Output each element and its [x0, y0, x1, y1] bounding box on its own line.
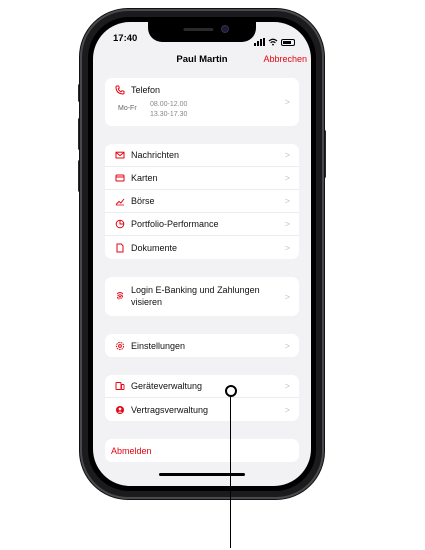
user-circle-icon [115, 405, 125, 415]
chevron-right-icon: > [284, 150, 290, 160]
contact-label: Telefon [131, 85, 161, 95]
menu-item-dokumente[interactable]: Dokumente > [105, 236, 299, 259]
login-label-line2: visieren [131, 297, 163, 307]
logout-card: Abmelden [105, 439, 299, 462]
chevron-right-icon: > [284, 242, 290, 253]
menu-item-nachrichten[interactable]: Nachrichten > [105, 144, 299, 167]
nav-bar: Paul Martin Abbrechen [93, 50, 311, 72]
menu-item-vertragsverwaltung[interactable]: Vertragsverwaltung > [105, 398, 299, 421]
login-card[interactable]: Login E-Banking und Zahlungen visieren > [105, 277, 299, 316]
menu-item-boerse[interactable]: Börse > [105, 190, 299, 213]
trend-icon [115, 196, 125, 206]
notch [148, 22, 256, 42]
contact-card[interactable]: Telefon Mo-Fr 08.00-12.00 13.30-17.30 > [105, 78, 299, 126]
chevron-right-icon: > [284, 404, 290, 415]
login-label-line1: Login E-Banking und Zahlungen [131, 285, 260, 295]
callout-marker [225, 385, 237, 397]
menu-item-einstellungen[interactable]: Einstellungen > [105, 334, 299, 357]
contact-hours-afternoon: 13.30-17.30 [150, 111, 188, 118]
phone-bezel: 17:40 Paul Martin Abbrechen Telefon Mo-F… [88, 17, 316, 491]
settings-card: Einstellungen > [105, 334, 299, 357]
menu-item-portfolio-performance[interactable]: Portfolio-Performance > [105, 213, 299, 236]
devices-card: Geräteverwaltung > Vertragsverwaltung > [105, 375, 299, 421]
chevron-right-icon: > [284, 340, 290, 351]
chevron-right-icon: > [284, 173, 290, 183]
cancel-button[interactable]: Abbrechen [263, 54, 307, 64]
battery-icon [281, 38, 295, 46]
document-icon [115, 243, 125, 253]
gear-icon [115, 341, 125, 351]
devices-icon [115, 381, 125, 391]
app-screen: 17:40 Paul Martin Abbrechen Telefon Mo-F… [93, 22, 311, 486]
status-icons [254, 33, 295, 51]
phone-frame: 17:40 Paul Martin Abbrechen Telefon Mo-F… [80, 9, 324, 499]
chevron-right-icon: > [284, 381, 290, 391]
pie-chart-icon [115, 219, 125, 229]
phone-icon [115, 85, 125, 95]
chevron-right-icon: > [284, 97, 290, 107]
home-indicator[interactable] [159, 473, 245, 476]
status-time: 17:40 [113, 33, 138, 44]
signal-icon [254, 38, 265, 46]
logout-label: Abmelden [111, 445, 152, 456]
speaker-grille [183, 28, 214, 31]
main-menu-card: Nachrichten > Karten > Börse > Portfolio… [105, 144, 299, 259]
chevron-right-icon: > [284, 196, 290, 206]
logout-button[interactable]: Abmelden [105, 439, 299, 462]
wifi-icon [268, 33, 278, 51]
chevron-right-icon: > [284, 219, 290, 229]
menu-item-geraeteverwaltung[interactable]: Geräteverwaltung > [105, 375, 299, 398]
fingerprint-icon [115, 291, 125, 301]
card-icon [115, 173, 125, 183]
front-camera [222, 26, 228, 32]
callout-line [230, 394, 231, 548]
contact-hours-morning: 08.00-12.00 [150, 101, 188, 108]
menu-item-karten[interactable]: Karten > [105, 167, 299, 190]
contact-row-header: Telefon [115, 85, 160, 95]
envelope-icon [115, 150, 125, 160]
contact-days: Mo-Fr [118, 105, 137, 112]
chevron-right-icon: > [284, 291, 290, 302]
